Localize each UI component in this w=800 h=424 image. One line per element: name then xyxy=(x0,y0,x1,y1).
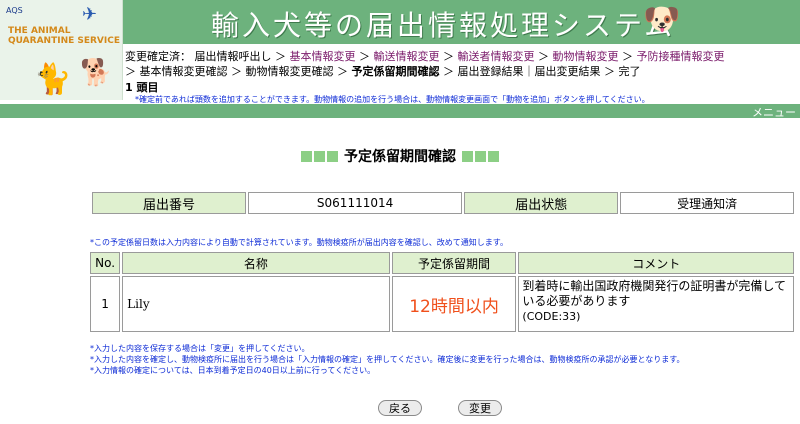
breadcrumb-prefix: 変更確定済： xyxy=(125,50,191,63)
breadcrumb-item-recall: 届出情報呼出し xyxy=(194,50,272,63)
animal-name: Lily xyxy=(122,276,390,332)
dog-icon: 🐕 xyxy=(80,58,113,88)
breadcrumb-item-animal-confirm: 動物情報変更確認 xyxy=(245,65,334,78)
col-header-name: 名称 xyxy=(122,252,390,274)
notification-status-value: 受理通知済 xyxy=(620,192,794,214)
col-header-period: 予定係留期間 xyxy=(391,252,517,274)
comment-text: 到着時に輸出国政府機関発行の証明書が完備している必要があります xyxy=(522,279,787,308)
breadcrumb-item-transporter-change[interactable]: 輸送者情報変更 xyxy=(458,50,535,63)
comment-code: (CODE:33) xyxy=(522,310,581,323)
notification-number-label: 届出番号 xyxy=(92,192,246,214)
detail-table: No. 名称 予定係留期間 コメント 1 Lily 12時間以内 到着時に輸出国… xyxy=(88,250,796,334)
header-banner: 輸入犬等の届出情報処理システム 🐶 xyxy=(123,0,800,44)
heading-square-icon xyxy=(327,151,339,162)
heading-square-icon xyxy=(474,151,486,162)
row-no: 1 xyxy=(90,276,121,332)
breadcrumb-item-basic-confirm: 基本情報変更確認 xyxy=(139,65,228,78)
page-heading-wrap: 予定係留期間確認 xyxy=(0,146,800,166)
notification-status-label: 届出状態 xyxy=(464,192,619,214)
beagle-icon: 🐶 xyxy=(643,2,681,37)
instruction-notes: *入力した内容を保存する場合は「変更」を押してください。 *入力した内容を確定し… xyxy=(90,343,684,376)
page-title: 予定係留期間確認 xyxy=(344,149,456,165)
agency-logo: AQS ✈ THE ANIMAL QUARANTINE SERVICE 🐈 🐕 xyxy=(0,0,123,100)
breadcrumb: 変更確定済： 届出情報呼出し ＞ 基本情報変更 ＞ 輸送情報変更 ＞ 輸送者情報… xyxy=(125,50,725,78)
heading-square-icon xyxy=(461,151,473,162)
menu-bar: メニュー xyxy=(0,104,800,120)
heading-square-icon xyxy=(314,151,326,162)
breadcrumb-item-current: 予定係留期間確認 xyxy=(351,65,440,78)
logo-agency-name: THE ANIMAL QUARANTINE SERVICE xyxy=(8,26,121,46)
note-line: *入力情報の確定については、日本到着予定日の40日以上前に行ってください。 xyxy=(90,366,376,375)
row-comment: 到着時に輸出国政府機関発行の証明書が完備している必要があります (CODE:33… xyxy=(518,276,794,332)
logo-tag: AQS xyxy=(6,6,23,15)
breadcrumb-item-transport-change[interactable]: 輸送情報変更 xyxy=(374,50,440,63)
breadcrumb-item-done: 完了 xyxy=(618,65,641,78)
heading-square-icon xyxy=(301,151,313,162)
breadcrumb-item-animal-change[interactable]: 動物情報変更 xyxy=(553,50,619,63)
note-line: *入力した内容を保存する場合は「変更」を押してください。 xyxy=(90,344,310,353)
change-button[interactable]: 変更 xyxy=(458,400,502,416)
notification-number-value: S061111014 xyxy=(247,192,463,214)
animal-count: 1 頭目 xyxy=(125,81,159,94)
heading-square-icon xyxy=(487,151,499,162)
summary-table: 届出番号 S061111014 届出状態 受理通知済 xyxy=(90,190,796,216)
back-button[interactable]: 戻る xyxy=(378,400,422,416)
quarantine-period: 12時間以内 xyxy=(391,276,517,332)
breadcrumb-item-result: 届出登録結果｜届出変更結果 xyxy=(457,65,601,78)
col-header-no: No. xyxy=(90,252,121,274)
breadcrumb-item-basic-change[interactable]: 基本情報変更 xyxy=(290,50,356,63)
airplane-icon: ✈ xyxy=(82,4,98,25)
col-header-comment: コメント xyxy=(518,252,794,274)
table-row: 1 Lily 12時間以内 到着時に輸出国政府機関発行の証明書が完備している必要… xyxy=(90,276,794,332)
calculation-note: *この予定係留日数は入力内容により自動で計算されています。動物検疫所が届出内容を… xyxy=(90,238,508,247)
menu-link[interactable]: メニュー xyxy=(752,104,796,120)
system-title: 輸入犬等の届出情報処理システム xyxy=(211,9,676,42)
note-line: *入力した内容を確定し、動物検疫所に届出を行う場合は「入力情報の確定」を押してく… xyxy=(90,355,685,364)
breadcrumb-item-vaccination-change[interactable]: 予防接種情報変更 xyxy=(637,50,725,63)
cat-icon: 🐈 xyxy=(34,62,72,97)
